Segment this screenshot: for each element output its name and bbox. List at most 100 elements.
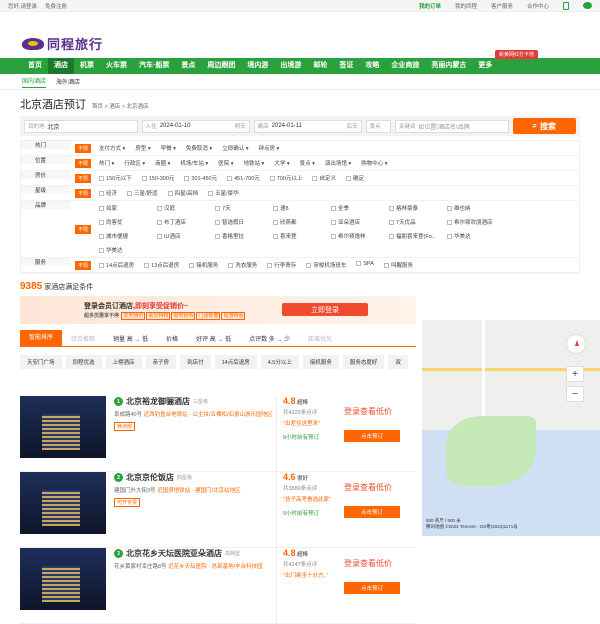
filter-option[interactable]: 格林豪泰 [389,204,437,212]
filter-option[interactable]: 香格里拉 [215,232,263,240]
checkout-field[interactable]: 离店 2024-01-11 后天 [253,119,362,133]
book-button[interactable]: 点击预订 [344,506,400,518]
nav-item[interactable]: 企业商旅 [385,58,425,74]
book-button[interactable]: 点击预订 [344,430,400,442]
filter-nolimit[interactable]: 不限 [75,260,92,270]
nav-item[interactable]: 出境游 [274,58,307,74]
filter-option[interactable]: 汉庭 [157,204,205,212]
filter-option[interactable]: 叫醒服务 [383,261,413,269]
filter-option[interactable]: 福朋喜来登(Fo.. [389,232,437,240]
sort-option[interactable]: 好评 高 → 低 [187,334,240,343]
nav-item[interactable]: 亮丽内蒙古 [425,58,472,74]
my-orders-link[interactable]: 我的订单 [419,2,441,10]
hotel-name[interactable]: 北京裕龙御骊酒店 [126,396,190,407]
login-link[interactable]: 您好,请登录 [8,4,37,10]
filter-option[interactable]: 希尔顿逸林 [331,232,379,240]
book-button[interactable]: 点击预订 [344,582,400,594]
promo-badge[interactable]: 新黄网红打卡地 [494,50,538,59]
logo[interactable]: 同程旅行 [22,34,103,53]
quick-tag[interactable]: 14点后退房 [214,355,257,369]
nav-item[interactable]: 邮轮 [307,58,333,74]
quick-tag[interactable]: 接机服务 [302,355,339,369]
hotel-name[interactable]: 北京京伦饭店 [126,472,174,483]
filter-option[interactable]: 华美达 [99,246,147,254]
breadcrumb[interactable]: 首页 > 酒店 > 北京酒店 [92,102,149,110]
hotel-card[interactable]: 2 北京京伦饭店 四星级 建国门外大街3号 近国贸地铁站 · 建国门/北京站地区 可… [20,472,416,548]
login-price-link[interactable]: 登录查看低价 [344,406,402,417]
nav-item[interactable]: 首页 [22,58,48,74]
filter-option[interactable]: IU酒店 [157,232,205,240]
quick-tag[interactable]: 天安门广场 [20,355,62,369]
quick-tag[interactable]: 同程优选 [65,355,102,369]
filter-option[interactable]: 150元以下 [99,174,132,182]
sort-option[interactable]: 销量 高 → 低 [104,334,157,343]
filter-option[interactable]: 布丁酒店 [157,218,205,226]
filter-option[interactable]: 四星/高档 [167,189,198,197]
filter-option[interactable]: 地铁站 ▾ [244,159,265,167]
filter-option[interactable]: SPA [356,261,374,269]
nav-item[interactable]: 机票 [74,58,100,74]
nav-item[interactable]: 攻略 [359,58,385,74]
partner-link[interactable]: 合作中心 [527,2,549,10]
review-count[interactable]: 共3889条点评 [283,484,332,492]
tab-overseas-hotels[interactable]: 海外酒店 [56,77,80,86]
hotel-image[interactable] [20,396,106,458]
filter-option[interactable]: 451-700元 [227,174,260,182]
filter-option[interactable]: 购物中心 ▾ [361,159,387,167]
filter-option[interactable]: 亚朵酒店 [331,218,379,226]
filter-option[interactable]: 穿梭机场班车 [306,261,346,269]
nav-item[interactable]: 火车票 [100,58,133,74]
quick-tag[interactable]: 服务态度好 [342,355,385,369]
filter-option[interactable]: 接机服务 [189,261,218,269]
filter-option[interactable]: 自定义 [312,174,336,182]
sort-option[interactable]: 综合推荐 [62,334,104,343]
filter-option[interactable]: 机场/车站 ▾ [180,159,208,167]
filter-option[interactable]: 7天优品 [389,218,437,226]
hotel-card[interactable]: 3 北京花乡天坛医院亚朵酒店 高档型 花乡黄家村幸庄路8号 近花乡天坛医院 · 总部… [20,548,416,624]
nav-item[interactable]: 更多 [472,58,498,74]
login-price-link[interactable]: 登录查看低价 [344,558,402,569]
filter-option[interactable]: 14点后退房 [99,261,134,269]
quick-tag[interactable]: 亲子房 [145,355,177,369]
filter-option[interactable]: 301-450元 [184,174,217,182]
tab-domestic-hotels[interactable]: 国内酒店 [22,76,47,88]
customer-service-link[interactable]: 客户服务 [491,2,513,10]
filter-option[interactable]: 尚客优 [99,218,147,226]
filter-option[interactable]: 城市便捷 [99,232,147,240]
filter-option[interactable]: 热门 ▾ [99,159,114,167]
quick-tag[interactable]: 4.5分以上 [260,355,299,369]
nav-item[interactable]: 周边跟团 [201,58,241,74]
zoom-out-button[interactable]: − [566,386,584,402]
filter-option[interactable]: 150-300元 [141,174,174,182]
sort-option[interactable]: 智能排序 [20,329,63,347]
hotel-image[interactable] [20,548,106,610]
filter-option[interactable]: 洗衣服务 [228,261,257,269]
filter-option[interactable]: 希尔顿欢朋酒店 [447,218,495,226]
filter-option[interactable]: 免费取消 ▾ [186,144,212,152]
quick-tag[interactable]: 到店付 [180,355,211,369]
review-count[interactable]: 共4347条点评 [283,560,332,568]
filter-option[interactable]: 商圈 ▾ [155,159,170,167]
filter-option[interactable]: 确定 [345,174,364,182]
keyword-input[interactable]: 关键词 如位置\酒店名\品牌 [394,119,509,133]
filter-option[interactable]: 喜来登 [273,232,321,240]
sort-option[interactable]: 价格 [157,334,187,343]
filter-option[interactable]: 立即确认 ▾ [222,144,248,152]
login-price-link[interactable]: 登录查看低价 [344,482,402,493]
filter-option[interactable]: 7天 [215,204,263,212]
filter-option[interactable]: 大学 ▾ [274,159,289,167]
filter-nolimit[interactable]: 不限 [75,143,92,153]
filter-option[interactable]: 华美达 [447,232,495,240]
filter-option[interactable]: 700元以上 [269,174,302,182]
hotel-image[interactable] [20,472,106,534]
map[interactable]: + − 500 英尺 / 500 米腾讯地图 ©2024 Tencent - G… [422,320,600,536]
filter-option[interactable]: 钟点房 ▾ [259,144,280,152]
filter-nolimit[interactable]: 不限 [75,188,92,198]
poi-select[interactable]: 景点 [365,119,391,133]
quick-tag[interactable]: 双 [388,355,408,369]
destination-field[interactable]: 目的地 北京 [24,119,138,133]
filter-option[interactable]: 三星/舒适 [127,189,158,197]
mobile-icon[interactable] [563,1,569,10]
filter-option[interactable]: 行李寄存 [267,261,296,269]
filter-nolimit[interactable]: 不限 [75,173,92,183]
